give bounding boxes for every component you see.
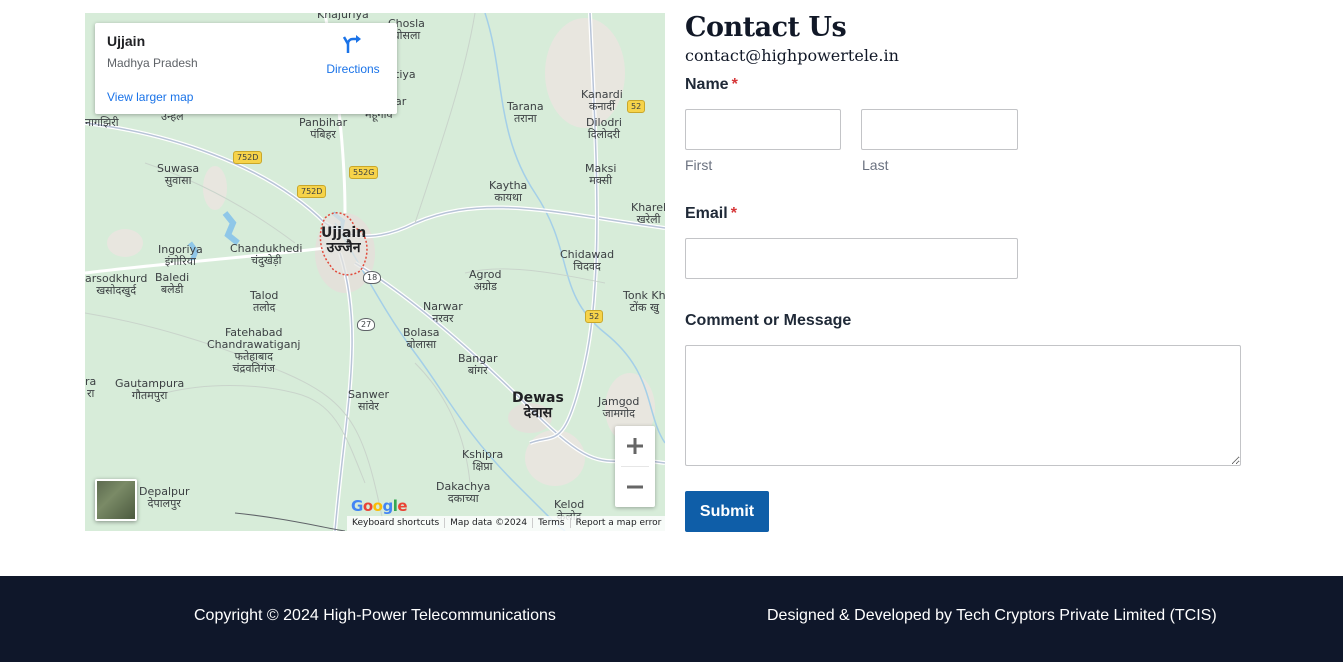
copyright-text: Copyright © 2024 High-Power Telecommunic… xyxy=(194,607,556,624)
map-label: ra रा xyxy=(85,375,97,400)
map-label: Talod तलोद xyxy=(250,289,279,314)
map-label: Bangar बांगर xyxy=(458,352,498,377)
highway-shield: 27 xyxy=(357,318,376,331)
highway-shield: 552G xyxy=(349,166,379,179)
zoom-out-button[interactable] xyxy=(615,467,655,507)
contact-email: contact@highpowertele.in xyxy=(685,46,899,65)
map-label-ujjain: Ujjain उज्जैन xyxy=(321,225,367,256)
highway-shield: 752D xyxy=(297,185,327,198)
map-label: Narwar नरवर xyxy=(423,300,463,325)
google-logo: Google xyxy=(351,497,408,515)
map-label-dewas: Dewas देवास xyxy=(512,390,564,421)
map-label: Kshipra क्षिप्रा xyxy=(462,448,504,473)
zoom-controls xyxy=(615,426,655,507)
message-label: Comment or Message xyxy=(685,312,852,329)
map-label: Fatehabad Chandrawatiganj फतेहाबाद चंद्र… xyxy=(207,326,301,375)
map-label: Panbihar पंबिहर xyxy=(299,116,348,141)
required-mark: * xyxy=(730,205,737,222)
email-label: Email * xyxy=(685,205,737,223)
map-label: Tonk Kh टोंक खु xyxy=(623,289,665,314)
map-label: Ingoriya इंगोरिया xyxy=(158,243,203,268)
map-label: Kharel खरेली xyxy=(631,201,665,226)
map-label: Jamgod जामगोद xyxy=(598,395,640,420)
map-label: Tarana तराना xyxy=(507,100,544,125)
place-name: Ujjain xyxy=(107,33,146,49)
map-embed[interactable]: Khajuriya Chosla चोसला tiya ar नागझिरी उ… xyxy=(85,13,665,531)
minus-icon xyxy=(627,485,643,489)
map-label: Bolasa बोलासा xyxy=(403,326,440,351)
map-label: Gautampura गौतमपुरा xyxy=(115,377,185,402)
map-attribution: Keyboard shortcuts Map data ©2024 Terms Rep… xyxy=(347,516,665,531)
name-label: Name * xyxy=(685,76,738,94)
map-data-text: Map data ©2024 xyxy=(445,518,534,528)
map-info-card: Ujjain Madhya Pradesh Directions View la… xyxy=(95,23,397,114)
directions-icon xyxy=(342,35,361,53)
last-name-input[interactable] xyxy=(861,109,1018,150)
map-label: Agrod अग्रोड xyxy=(469,268,502,293)
directions-label: Directions xyxy=(326,62,380,76)
report-error-link[interactable]: Report a map error xyxy=(571,518,665,528)
highway-shield: 752D xyxy=(233,151,263,164)
credit-text: Designed & Developed by Tech Cryptors Pr… xyxy=(767,607,1217,624)
map-label: Chandukhedi चंदुखेड़ी xyxy=(230,242,303,267)
view-larger-map-link[interactable]: View larger map xyxy=(107,90,193,104)
directions-button[interactable]: Directions xyxy=(323,33,383,76)
name-label-text: Name xyxy=(685,76,729,93)
map-label: Baledi बलेडी xyxy=(155,271,190,296)
terms-link[interactable]: Terms xyxy=(533,518,571,528)
map-label: Sanwer सांवेर xyxy=(348,388,389,413)
plus-icon xyxy=(627,438,643,454)
map-label: arsodkhurd खसोदखुर्द xyxy=(85,272,148,297)
map-label: Khajuriya xyxy=(317,13,369,21)
keyboard-shortcuts-link[interactable]: Keyboard shortcuts xyxy=(347,518,446,528)
highway-shield: 52 xyxy=(627,100,646,113)
footer: Copyright © 2024 High-Power Telecommunic… xyxy=(0,576,1343,662)
map-label: tiya xyxy=(395,68,416,81)
place-region: Madhya Pradesh xyxy=(107,56,198,70)
map-label: Dilodri दिलोदरी xyxy=(586,116,622,141)
zoom-in-button[interactable] xyxy=(615,426,655,466)
message-textarea[interactable] xyxy=(685,345,1241,466)
required-mark: * xyxy=(731,76,738,93)
map-label: Maksi मक्सी xyxy=(585,162,617,187)
map-label: नागझिरी xyxy=(85,116,119,129)
last-sublabel: Last xyxy=(862,157,889,173)
map-label: Kaytha कायथा xyxy=(489,179,528,204)
page-title: Contact Us xyxy=(685,12,847,43)
highway-shield: 18 xyxy=(363,271,382,284)
satellite-toggle-button[interactable] xyxy=(95,479,137,521)
first-sublabel: First xyxy=(685,157,713,173)
email-field[interactable] xyxy=(685,238,1018,279)
map-label: Dakachya दकाच्या xyxy=(436,480,491,505)
map-label: Suwasa सुवासा xyxy=(157,162,200,187)
email-label-text: Email xyxy=(685,205,728,222)
highway-shield: 52 xyxy=(585,310,604,323)
first-name-input[interactable] xyxy=(685,109,841,150)
submit-button[interactable]: Submit xyxy=(685,491,769,532)
map-label: Depalpur देपालपुर xyxy=(139,485,190,510)
map-label: Kanardi कनार्दी xyxy=(581,88,623,113)
map-label: Chidawad चिदवद xyxy=(560,248,615,273)
